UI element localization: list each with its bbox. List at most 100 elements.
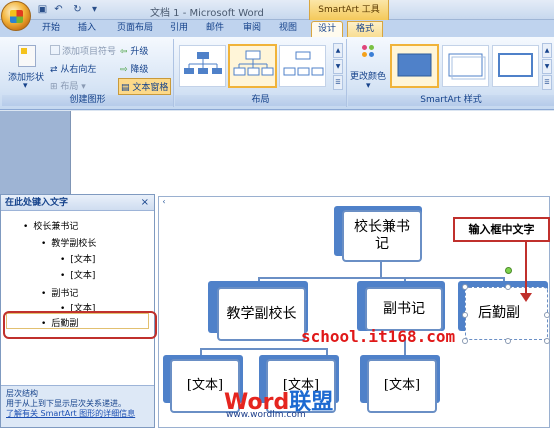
office-logo-icon bbox=[10, 10, 23, 23]
resize-handle[interactable] bbox=[505, 338, 511, 344]
layout-scroll-up[interactable]: ▲ bbox=[333, 43, 343, 58]
dropdown-arrow-icon: ▾ bbox=[366, 81, 371, 91]
layout-preview-icon bbox=[283, 51, 324, 76]
save-icon[interactable]: ▣ bbox=[36, 3, 49, 16]
node-mid-2[interactable]: 副书记 bbox=[365, 287, 443, 331]
org-chart-icon: ⊞ bbox=[50, 82, 61, 92]
layout-thumb-labeled[interactable] bbox=[279, 45, 326, 87]
add-bullet-label: 添加项目符号 bbox=[62, 47, 117, 57]
right-to-left-button[interactable]: ⇄ 从右向左 bbox=[50, 62, 96, 75]
bullet-icon bbox=[50, 45, 60, 55]
undo-icon[interactable]: ↶ bbox=[52, 3, 65, 16]
window-title: 文档 1 - Microsoft Word bbox=[150, 8, 264, 19]
tab-references[interactable]: 引用 bbox=[165, 21, 193, 37]
style-thumb-2[interactable] bbox=[442, 45, 489, 87]
text-pane-icon: ▤ bbox=[121, 83, 133, 93]
text-pane-title: 在此处键入文字 bbox=[1, 195, 154, 211]
add-shape-button[interactable]: 添加形状 ▾ bbox=[4, 39, 48, 93]
promote-arrow-icon: ⇦ bbox=[120, 47, 131, 57]
color-dot-icon bbox=[369, 45, 374, 50]
resize-handle[interactable] bbox=[462, 338, 468, 344]
text-pane-item[interactable]: 副书记 bbox=[41, 286, 78, 299]
watermark-url: www.wordlm.com bbox=[226, 410, 306, 420]
highlight-ring bbox=[3, 311, 157, 339]
dropdown-arrow-icon: ▾ bbox=[23, 81, 28, 91]
text-pane-item[interactable]: [文本] bbox=[60, 268, 95, 281]
promote-button[interactable]: ⇦ 升级 bbox=[120, 44, 148, 57]
connector-line bbox=[380, 262, 382, 278]
rotation-handle[interactable] bbox=[505, 267, 512, 274]
title-bar: ▣ ↶ ↻ ▾ 文档 1 - Microsoft Word SmartArt 工… bbox=[0, 0, 554, 31]
layout-thumb-selected[interactable] bbox=[228, 44, 277, 88]
smartart-styles-group: 更改颜色 ▾ ▲ ▼ ☰ SmartArt 样式 bbox=[348, 39, 554, 107]
node-mid-3-selected[interactable]: 后勤副 bbox=[465, 287, 548, 340]
node-mid-1[interactable]: 教学副校长 bbox=[217, 287, 306, 341]
layout-scroll-down[interactable]: ▼ bbox=[333, 59, 343, 74]
footer-title: 层次结构 bbox=[6, 389, 38, 398]
layout-thumb-hierarchy[interactable] bbox=[179, 45, 226, 87]
right-to-left-label: 从右向左 bbox=[60, 65, 97, 75]
layout-more[interactable]: ☰ bbox=[333, 75, 343, 90]
tab-design[interactable]: 设计 bbox=[311, 21, 343, 37]
color-dot-icon bbox=[362, 45, 367, 50]
style-preview-icon bbox=[498, 53, 533, 77]
right-to-left-icon: ⇄ bbox=[50, 65, 61, 75]
node-bottom-3[interactable]: [文本] bbox=[367, 359, 437, 413]
resize-handle[interactable] bbox=[462, 312, 468, 318]
resize-handle[interactable] bbox=[505, 284, 511, 290]
style-more[interactable]: ☰ bbox=[542, 75, 552, 90]
style-scroll-up[interactable]: ▲ bbox=[542, 43, 552, 58]
tab-mailings[interactable]: 邮件 bbox=[201, 21, 229, 37]
annotation-callout: 输入框中文字 bbox=[453, 217, 550, 242]
tab-view[interactable]: 视图 bbox=[274, 21, 302, 37]
style-thumb-3[interactable] bbox=[492, 45, 539, 87]
tab-home[interactable]: 开始 bbox=[36, 21, 66, 37]
connector-line bbox=[200, 348, 328, 350]
text-pane-item[interactable]: [文本] bbox=[60, 252, 95, 265]
layout-group: ▲ ▼ ☰ 布局 bbox=[175, 39, 347, 107]
customize-quick-access-icon[interactable]: ▾ bbox=[88, 3, 101, 16]
create-graphic-group-label: 创建图形 bbox=[2, 95, 173, 106]
tab-page-layout[interactable]: 页面布局 bbox=[110, 21, 160, 37]
add-bullet-button[interactable]: 添加项目符号 bbox=[50, 44, 116, 57]
expand-text-pane-icon[interactable]: ‹ bbox=[159, 197, 169, 209]
style-scroll-down[interactable]: ▼ bbox=[542, 59, 552, 74]
close-icon[interactable]: × bbox=[141, 197, 149, 208]
layout-label: 布局 bbox=[60, 82, 79, 92]
resize-handle[interactable] bbox=[544, 312, 550, 318]
promote-label: 升级 bbox=[130, 47, 149, 57]
resize-handle[interactable] bbox=[544, 338, 550, 344]
color-dot-icon bbox=[369, 52, 374, 57]
text-pane-item[interactable]: 教学副校长 bbox=[41, 236, 96, 249]
ribbon-tabs: 开始 插入 页面布局 引用 邮件 审阅 视图 设计 格式 bbox=[0, 20, 554, 37]
change-colors-button[interactable]: 更改颜色 ▾ bbox=[350, 39, 386, 93]
style-preview-icon bbox=[448, 53, 486, 80]
create-graphic-group: 添加形状 ▾ 添加项目符号 ⇄ 从右向左 ⊞ 布局 ▾ ⇦ 升级 ⇨ 降级 ▤ … bbox=[2, 39, 174, 107]
annotation-arrow bbox=[525, 242, 527, 295]
layout-preview-icon bbox=[233, 50, 274, 76]
tab-insert[interactable]: 插入 bbox=[72, 21, 102, 37]
layout-preview-icon bbox=[184, 52, 222, 74]
smartart-styles-group-label: SmartArt 样式 bbox=[348, 95, 554, 106]
learn-more-link[interactable]: 了解有关 SmartArt 图形的详细信息 bbox=[6, 409, 149, 419]
layout-dropdown-button[interactable]: ⊞ 布局 ▾ bbox=[50, 79, 86, 92]
text-pane-item[interactable]: 校长兼书记 bbox=[23, 219, 78, 232]
style-thumb-selected[interactable] bbox=[390, 44, 439, 88]
office-button[interactable] bbox=[1, 1, 31, 31]
ribbon: 添加形状 ▾ 添加项目符号 ⇄ 从右向左 ⊞ 布局 ▾ ⇦ 升级 ⇨ 降级 ▤ … bbox=[0, 37, 554, 110]
redo-icon[interactable]: ↻ bbox=[71, 3, 84, 16]
layout-group-label: 布局 bbox=[175, 95, 346, 106]
resize-handle[interactable] bbox=[462, 284, 468, 290]
tab-review[interactable]: 审阅 bbox=[238, 21, 266, 37]
footer-description: 用于从上到下显示层次关系递进。 bbox=[6, 399, 126, 408]
add-shape-icon bbox=[18, 45, 36, 67]
node-top[interactable]: 校长兼书记 bbox=[342, 210, 422, 262]
tab-format[interactable]: 格式 bbox=[347, 21, 383, 37]
text-pane-button[interactable]: ▤ 文本窗格 bbox=[118, 78, 172, 95]
style-preview-icon bbox=[397, 53, 432, 77]
smartart-tools-label: SmartArt 工具 bbox=[309, 0, 389, 20]
color-dot-icon bbox=[362, 52, 367, 57]
text-pane-label: 文本窗格 bbox=[132, 83, 169, 93]
demote-label: 降级 bbox=[130, 65, 149, 75]
demote-button[interactable]: ⇨ 降级 bbox=[120, 62, 148, 75]
